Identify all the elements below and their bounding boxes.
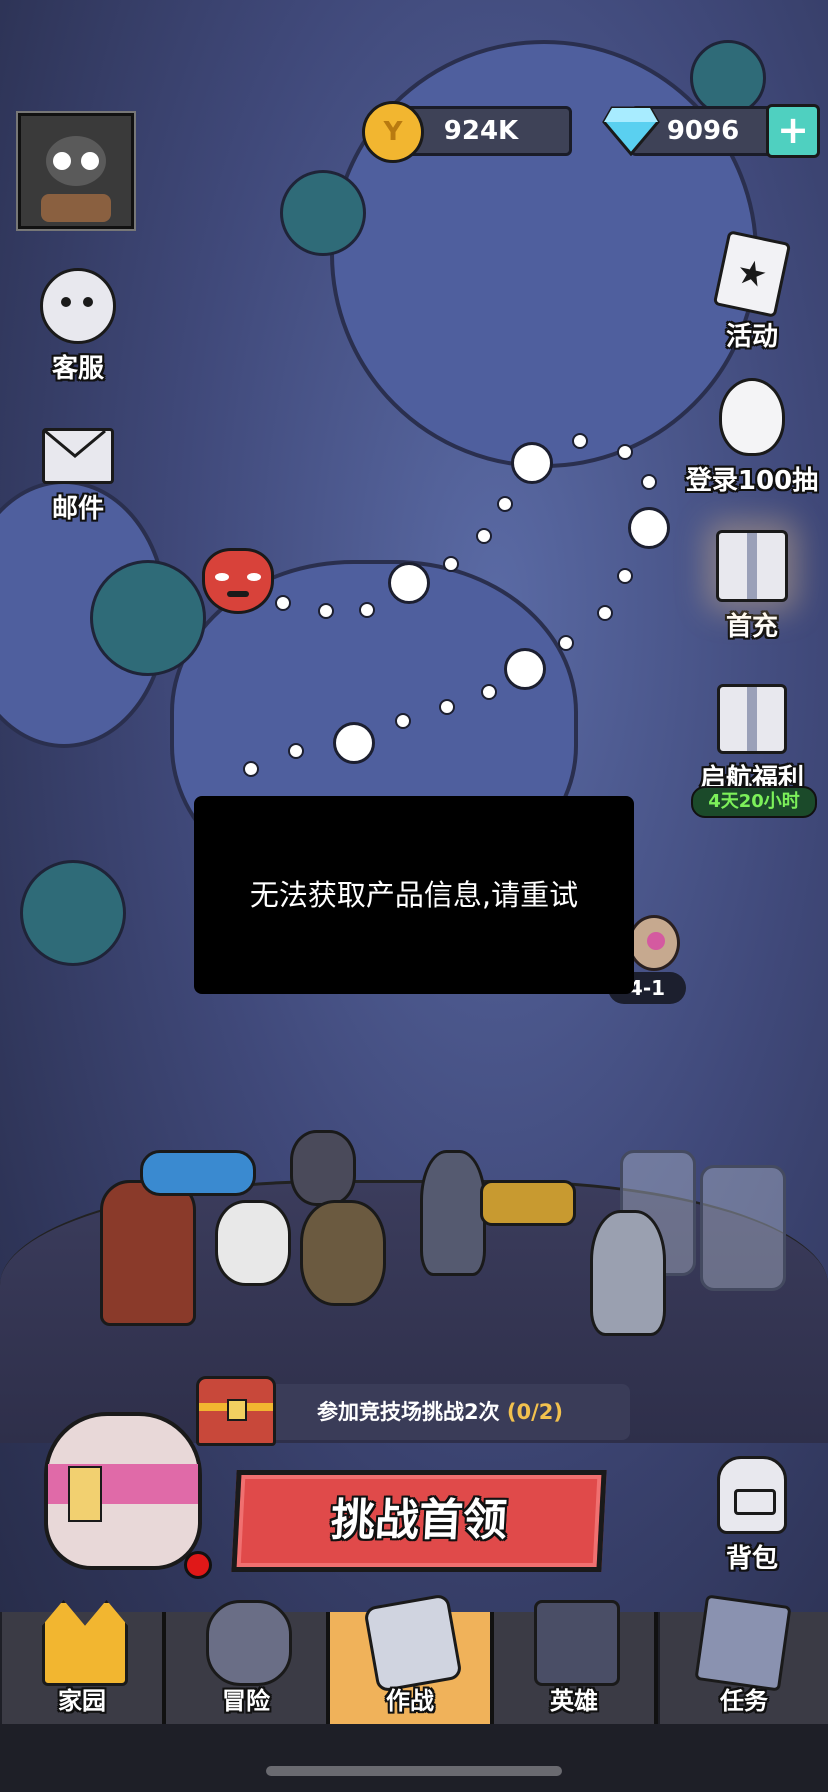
bush xyxy=(690,40,766,116)
path-dot xyxy=(443,556,459,572)
headset-icon xyxy=(40,268,116,344)
avatar[interactable] xyxy=(16,111,136,231)
quest-text: 参加竞技场挑战2次 xyxy=(316,1400,500,1424)
tab-adventure[interactable]: 冒险 xyxy=(166,1600,330,1724)
hero-heron[interactable] xyxy=(420,1150,486,1276)
path-dot xyxy=(318,603,334,619)
tab-battle[interactable]: 作战 xyxy=(330,1593,494,1724)
hero-knight-duck[interactable] xyxy=(590,1210,666,1336)
notification-dot xyxy=(184,1551,212,1579)
backpack-icon xyxy=(717,1456,787,1534)
hero-duck[interactable] xyxy=(300,1200,386,1306)
path-dot xyxy=(641,474,657,490)
home-indicator[interactable] xyxy=(266,1766,562,1776)
tab-home-label: 家园 xyxy=(58,1687,106,1715)
bush xyxy=(90,560,206,676)
first-recharge-button[interactable]: 首充 xyxy=(692,530,812,643)
path-dot xyxy=(288,743,304,759)
hero-duck[interactable] xyxy=(290,1130,356,1206)
plus-icon: + xyxy=(777,108,809,152)
hero-mech-arm[interactable] xyxy=(480,1180,576,1226)
boss-jar-icon[interactable] xyxy=(44,1412,202,1570)
scroll-icon xyxy=(694,1594,792,1692)
support-label: 客服 xyxy=(51,354,104,384)
egg-icon xyxy=(719,378,785,456)
add-gems-button[interactable]: + xyxy=(766,104,820,158)
stage-node[interactable] xyxy=(388,562,430,604)
backpack-label: 背包 xyxy=(725,1544,778,1574)
stage-node[interactable] xyxy=(511,442,553,484)
system-nav-bar xyxy=(0,1724,828,1792)
hero-duck[interactable] xyxy=(215,1200,291,1286)
login-draw-button[interactable]: 登录100抽 xyxy=(672,378,828,497)
path-dot xyxy=(395,713,411,729)
quest-bar[interactable]: 参加竞技场挑战2次 (0/2) xyxy=(250,1384,630,1440)
path-dot xyxy=(439,699,455,715)
login-draw-label: 登录100抽 xyxy=(685,466,819,496)
tab-adventure-label: 冒险 xyxy=(222,1687,270,1715)
devil-boss-icon[interactable] xyxy=(202,548,274,614)
hero-scarecrow[interactable] xyxy=(100,1180,196,1326)
first-recharge-label: 首充 xyxy=(725,612,778,642)
path-dot xyxy=(572,433,588,449)
error-toast: 无法获取产品信息,请重试 xyxy=(194,796,634,994)
tab-tasks-label: 任务 xyxy=(720,1687,768,1715)
diamond-icon xyxy=(602,104,660,157)
backpack-button[interactable]: 背包 xyxy=(692,1456,812,1575)
path-dot xyxy=(558,635,574,651)
stage-node[interactable] xyxy=(504,648,546,690)
tab-heroes-label: 英雄 xyxy=(550,1687,598,1715)
stage-egg-icon[interactable] xyxy=(628,915,680,971)
crown-icon xyxy=(42,1600,128,1686)
sword-duck-icon xyxy=(206,1600,292,1686)
voyage-bonus-timer: 4天20小时 xyxy=(691,786,817,818)
bush xyxy=(20,860,126,966)
quest-progress: (0/2) xyxy=(506,1400,564,1424)
hero-helicopter-duck[interactable] xyxy=(140,1150,256,1196)
challenge-boss-label: 挑战首领 xyxy=(329,1495,509,1546)
path-dot xyxy=(243,761,259,777)
hero-book-icon xyxy=(534,1600,620,1686)
tab-tasks[interactable]: 任务 xyxy=(660,1594,828,1724)
tab-battle-label: 作战 xyxy=(386,1687,434,1715)
gift-icon xyxy=(716,530,788,602)
stage-node[interactable] xyxy=(333,722,375,764)
events-button[interactable]: ★ 活动 xyxy=(692,230,812,353)
path-dot xyxy=(617,444,633,460)
path-dot xyxy=(597,605,613,621)
events-label: 活动 xyxy=(725,322,778,352)
envelope-icon xyxy=(42,428,114,484)
tab-heroes[interactable]: 英雄 xyxy=(494,1600,658,1724)
event-card-icon: ★ xyxy=(712,230,792,318)
path-dot xyxy=(476,528,492,544)
bush xyxy=(280,170,366,256)
path-dot xyxy=(497,496,513,512)
path-dot xyxy=(275,595,291,611)
challenge-boss-button[interactable]: 挑战首领 xyxy=(231,1470,607,1572)
gold-coin-icon: Y xyxy=(362,101,424,163)
tab-home[interactable]: 家园 xyxy=(2,1600,166,1724)
path-dot xyxy=(481,684,497,700)
voyage-bonus-button[interactable]: 启航福利 xyxy=(682,684,822,795)
stage-node[interactable] xyxy=(628,507,670,549)
mail-label: 邮件 xyxy=(51,494,104,524)
gift-box-icon xyxy=(717,684,787,754)
quest-text-row: 参加竞技场挑战2次 (0/2) xyxy=(250,1384,630,1440)
crossed-swords-icon xyxy=(363,1593,463,1693)
path-dot xyxy=(617,568,633,584)
bottom-tab-bar: 家园 冒险 作战 英雄 任务 xyxy=(0,1593,828,1724)
glass-jar xyxy=(700,1165,786,1291)
error-message: 无法获取产品信息,请重试 xyxy=(249,878,579,912)
path-dot xyxy=(359,602,375,618)
treasure-chest-icon xyxy=(196,1376,276,1446)
support-button[interactable]: 客服 xyxy=(18,268,138,385)
mail-button[interactable]: 邮件 xyxy=(18,428,138,525)
